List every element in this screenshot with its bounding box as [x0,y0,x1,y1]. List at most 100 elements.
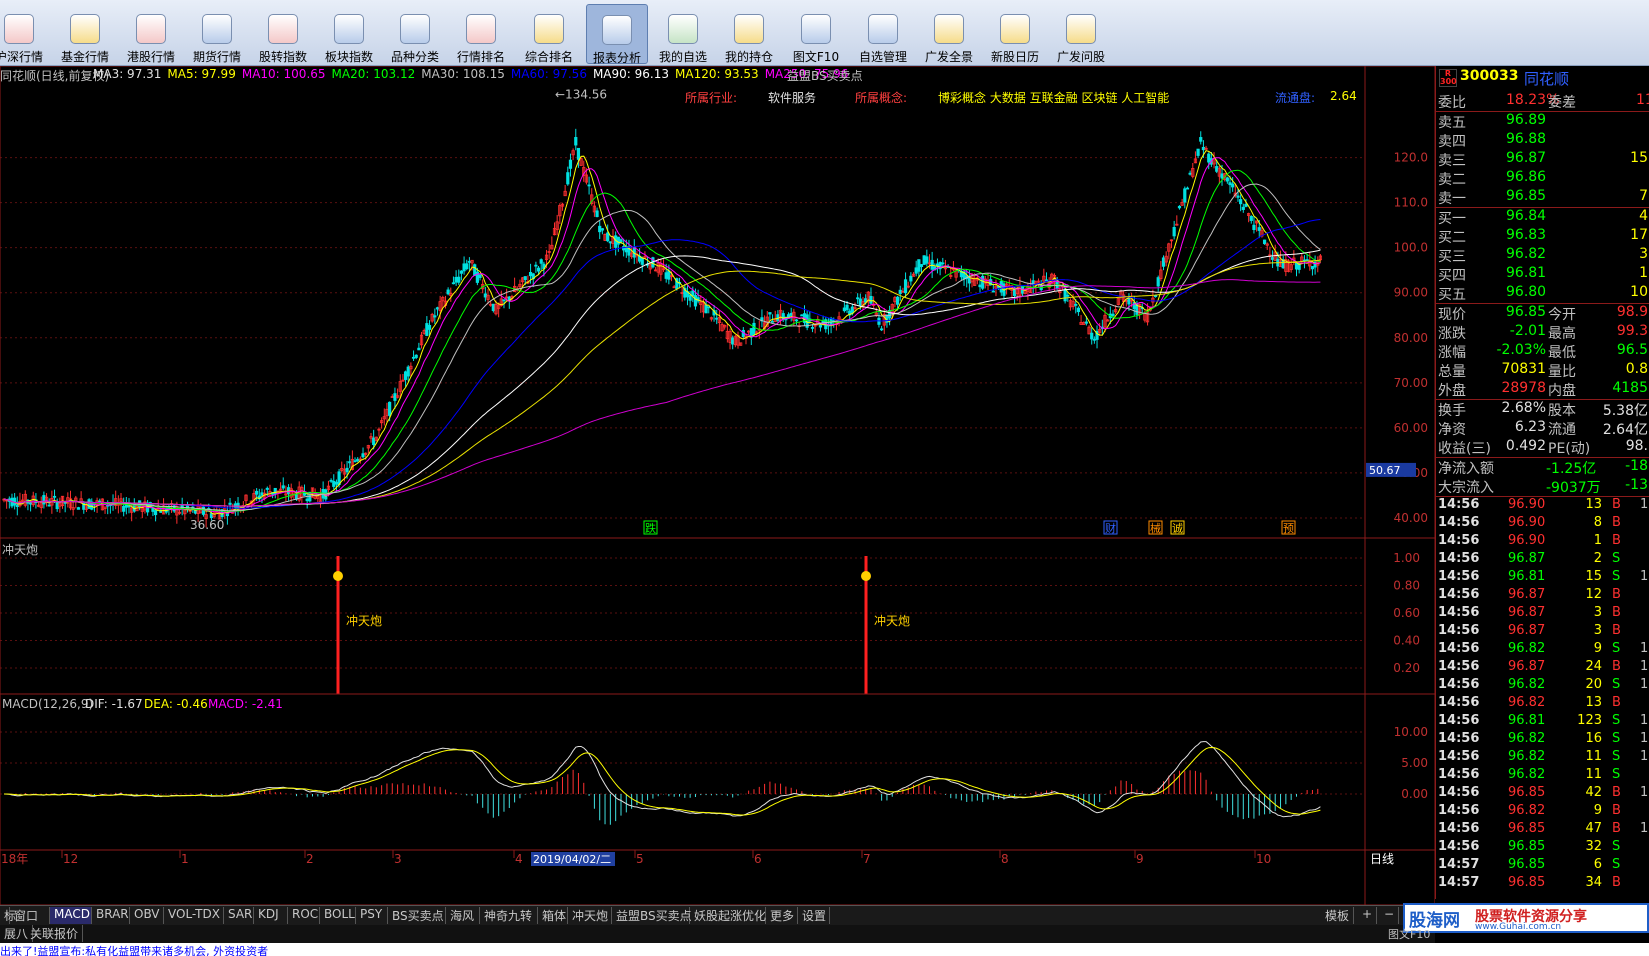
toolbar-10[interactable]: 报表分析 [586,4,648,65]
tab-6[interactable]: VOL-TDX [164,907,224,924]
toolbar-15[interactable]: 广发全景 [918,4,980,64]
toolbar-14[interactable]: 自选管理 [852,4,914,64]
toolbar-icon [868,14,898,44]
value: 96.85 [1505,304,1546,320]
toolbar-17[interactable]: 广发问股 [1050,4,1112,64]
cursor-date: 2019/04/02/二 [533,853,611,866]
tab-11[interactable]: PSY [356,907,388,924]
value: -13 [1625,477,1648,493]
toolbar-13[interactable]: 图文F10 [785,4,847,64]
bid-row: 买三 96.82 3 [1436,246,1649,265]
tab-15[interactable]: 箱体 [538,907,568,924]
side-tab-label[interactable]: 图文F10 [1388,926,1430,942]
candle-body [789,313,793,316]
candle-body [1228,182,1232,186]
toolbar-8[interactable]: 行情排名 [450,4,512,64]
toolbar-1[interactable]: 沪深行情 [0,4,50,64]
tab-9[interactable]: ROC [288,907,320,924]
time: 14:56 [1438,587,1480,602]
count: 1 [1640,677,1649,692]
toolbar-5[interactable]: 股转指数 [252,4,314,64]
candle-body [1215,166,1219,172]
tab-13[interactable]: 海风 [446,907,480,924]
candle-body [880,328,884,331]
flow-row: 大宗流入 -9037万 -13 [1436,477,1649,496]
candle-body [850,306,854,314]
toolbar-12[interactable]: 我的持仓 [718,4,780,64]
toolbar-16[interactable]: 新股日历 [984,4,1046,64]
time: 14:57 [1438,875,1480,890]
time: 14:56 [1438,605,1480,620]
toolbar-2[interactable]: 基金行情 [54,4,116,64]
candle-body [1156,277,1160,287]
price: 96.82 [1508,803,1546,818]
toolbar-icon [534,14,564,44]
tab-right-3[interactable]: − [1380,907,1400,924]
candle-body [606,232,610,242]
candle-body [1084,321,1088,324]
tick-row: 14:56 96.90 1 B [1436,533,1649,551]
toolbar-6[interactable]: 板块指数 [318,4,380,64]
candle-body [467,260,472,263]
tab-10[interactable]: BOLL [320,907,356,924]
secondary-tab-2[interactable]: 关联报价 [26,925,84,942]
candle-body [1172,227,1176,237]
tab-12[interactable]: BS买卖点 [388,907,446,924]
candle-body [1199,137,1203,142]
event-marker-label: 财 [1105,521,1116,535]
tab-7[interactable]: SAR [224,907,254,924]
label: 外盘 [1438,383,1466,399]
period-label[interactable]: 日线 [1370,852,1394,866]
tab-17[interactable]: 益盟BS买卖点 [612,907,692,924]
candle-body [348,461,352,464]
candle-body [914,267,918,274]
tab-5[interactable]: OBV [130,907,164,924]
tab-right-1[interactable]: 模板 [1321,907,1355,924]
toolbar-4[interactable]: 期货行情 [186,4,248,64]
side: B [1612,785,1621,800]
tab-18[interactable]: 妖股起涨优化 [690,907,766,924]
candle-body [332,480,336,487]
candle-body [433,315,437,318]
toolbar-3[interactable]: 港股行情 [120,4,182,64]
tab-14[interactable]: 神奇九转 [480,907,538,924]
candle-body [15,504,19,508]
tab-2[interactable]: 窗口 [10,907,50,924]
label: 买五 [1438,287,1466,303]
stock-header: R 300 300033 同花顺 [1436,68,1649,90]
value: -9037万 [1546,480,1601,496]
price: 96.85 [1508,821,1546,836]
signal-y-label: 0.20 [1393,661,1420,675]
candle-body [1236,195,1240,198]
candle-body [435,307,440,310]
price: 96.87 [1508,605,1546,620]
candle-body [233,503,237,508]
tab-right-2[interactable]: + [1358,907,1378,924]
tab-3[interactable]: MACD [50,907,92,924]
toolbar-label: 自选管理 [858,50,907,64]
candle-body [1185,187,1190,190]
toolbar-7[interactable]: 品种分类 [384,4,446,64]
signal-label: 冲天炮 [346,613,382,628]
price: 96.83 [1506,227,1547,243]
candle-body [406,366,410,377]
ask-row: 卖五 96.89 [1436,112,1649,131]
tab-16[interactable]: 冲天炮 [568,907,612,924]
chart-area[interactable]: ←134.5636.60 跌财械诚预 冲天炮冲天炮 冲天炮 MACD(12,26,9… [0,66,1435,905]
tab-1[interactable]: 标 [0,907,16,924]
candle-body [967,277,971,284]
toolbar-icon [934,14,964,44]
tab-19[interactable]: 更多 [766,907,798,924]
news-ticker[interactable]: 出来了!益盟宣布:私有化益盟带来诸多机会, 外资投资者 [0,943,1649,956]
candle-body [536,267,541,272]
price: 96.85 [1508,875,1546,890]
toolbar-9[interactable]: 综合排名 [518,4,580,64]
candle-body [462,263,466,272]
candle-body [356,458,360,462]
tab-8[interactable]: KDJ [254,907,288,924]
tab-20[interactable]: 设置 [798,907,830,924]
y-tick-label: 110.0 [1394,196,1428,210]
volume: 11 [1585,749,1602,764]
tab-4[interactable]: BRAR [92,907,130,924]
toolbar-11[interactable]: 我的自选 [652,4,714,64]
